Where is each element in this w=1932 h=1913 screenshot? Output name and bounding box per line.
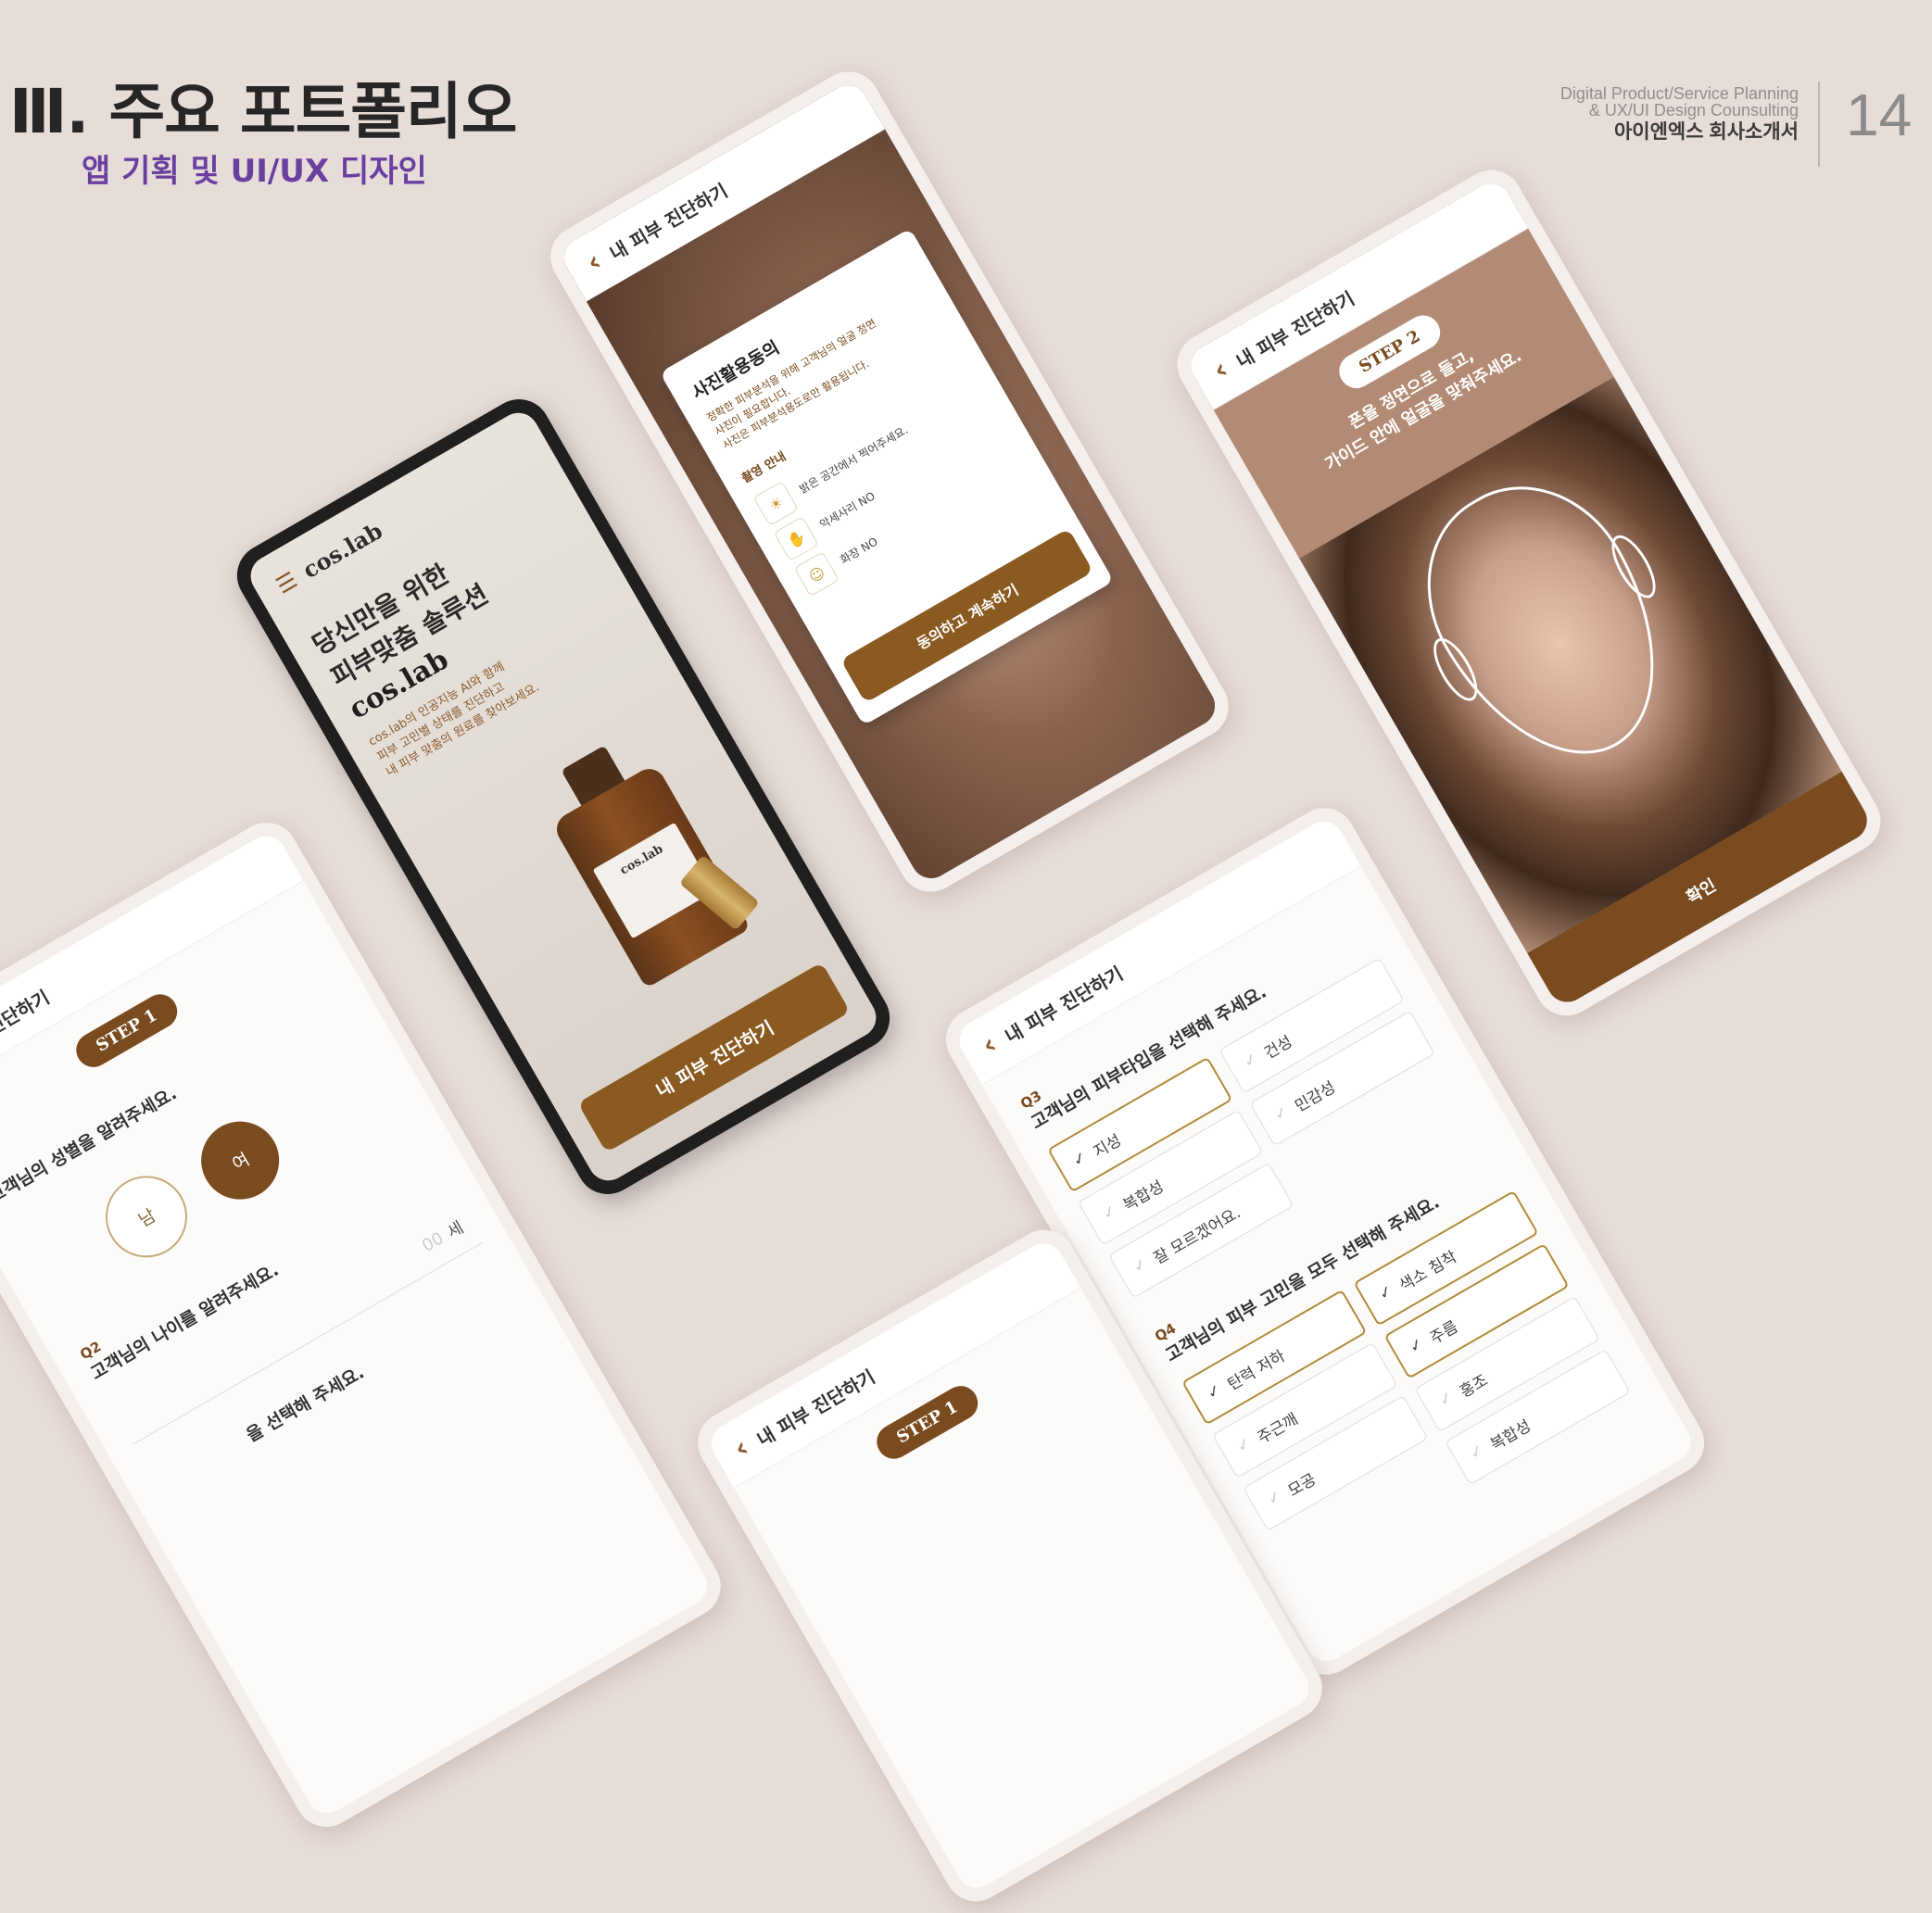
page-header: Ⅲ. 주요 포트폴리오 앱 기획 및 UI/UX 디자인 — [9, 76, 517, 188]
confirm-label: 확인 — [1683, 875, 1720, 908]
check-icon: ✓ — [1406, 1334, 1427, 1357]
document-meta: Digital Product/Service Planning & UX/UI… — [1559, 84, 1799, 143]
age-placeholder: 00 — [418, 1227, 448, 1256]
option-label: 복합성 — [1119, 1177, 1168, 1215]
serum-bottle-image: cos.lab — [530, 727, 751, 988]
q3-partial-text: 을 선택해 주세요. — [243, 1362, 368, 1446]
option-label: 모공 — [1284, 1469, 1320, 1501]
check-icon: ✓ — [1264, 1487, 1285, 1510]
meta-line-1: Digital Product/Service Planning — [1559, 84, 1799, 103]
option-label: 탄력 저하 — [1224, 1346, 1289, 1394]
check-icon: ✓ — [1270, 1101, 1293, 1126]
option-label: 색소 침착 — [1395, 1247, 1460, 1295]
meta-line-2: & UX/UI Design Counsulting — [1588, 101, 1799, 120]
option-label: 주름 — [1426, 1317, 1461, 1349]
check-icon: ✓ — [1375, 1281, 1396, 1304]
check-icon: ✓ — [1069, 1148, 1091, 1171]
check-icon: ✓ — [1204, 1380, 1225, 1403]
guide-item-text: 화장 NO — [838, 534, 880, 567]
screen-title: 내 피부 진단하기 — [1001, 962, 1127, 1048]
check-icon: ✓ — [1099, 1201, 1120, 1225]
check-icon: ✓ — [1435, 1388, 1458, 1411]
back-icon[interactable]: ‹ — [728, 1431, 754, 1465]
header-divider — [1818, 82, 1820, 167]
start-diagnosis-button[interactable]: 내 피부 진단하기 — [577, 962, 851, 1153]
gender-male-button[interactable]: 남 — [90, 1161, 203, 1273]
option-label: 민감성 — [1291, 1077, 1339, 1116]
option-label: 주근깨 — [1254, 1409, 1302, 1448]
check-icon: ✓ — [1240, 1049, 1262, 1073]
page-number: 14 — [1846, 82, 1913, 148]
option-label: 지성 — [1090, 1130, 1125, 1162]
back-icon[interactable]: ‹ — [1207, 353, 1233, 386]
gender-female-button[interactable]: 여 — [186, 1107, 294, 1215]
check-icon: ✓ — [1130, 1254, 1151, 1277]
check-icon: ✓ — [1233, 1434, 1255, 1457]
screen-title: 내 피부 진단하기 — [752, 1365, 879, 1451]
option-label: 복합성 — [1486, 1416, 1534, 1454]
company-name: 아이엔엑스 회사소개서 — [1613, 121, 1799, 143]
option-label: 건성 — [1260, 1032, 1296, 1063]
age-unit: 세 — [444, 1217, 468, 1243]
page-title: Ⅲ. 주요 포트폴리오 — [9, 76, 517, 147]
back-icon[interactable]: ‹ — [581, 245, 607, 279]
check-icon: ✓ — [1466, 1441, 1488, 1464]
page-subtitle: 앱 기획 및 UI/UX 디자인 — [82, 153, 427, 190]
option-label: 홍조 — [1456, 1370, 1492, 1402]
gender-female-label: 여 — [228, 1149, 253, 1175]
screen-title: 내 피부 진단하기 — [1231, 286, 1358, 372]
back-icon[interactable]: ‹ — [977, 1028, 1003, 1062]
gender-male-label: 남 — [134, 1204, 159, 1231]
face-guide-outline — [1388, 449, 1704, 796]
